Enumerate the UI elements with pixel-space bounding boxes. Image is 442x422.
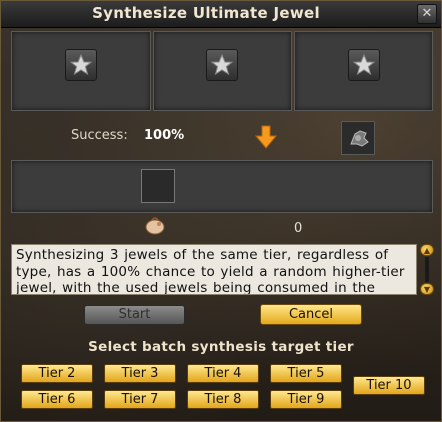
- tier-2-button[interactable]: Tier 2: [21, 364, 93, 383]
- result-slot-icon[interactable]: [141, 169, 175, 203]
- synthesis-recipe-icon[interactable]: [341, 121, 375, 155]
- title-bar[interactable]: Synthesize Ultimate Jewel ✕: [1, 1, 441, 28]
- close-button[interactable]: ✕: [417, 4, 437, 24]
- synthesize-window: Synthesize Ultimate Jewel ✕ Success: 100…: [0, 0, 442, 422]
- description-text: Synthesizing 3 jewels of the same tier, …: [11, 244, 417, 295]
- tier-4-button[interactable]: Tier 4: [187, 364, 259, 383]
- success-label: Success:: [71, 128, 128, 143]
- scroll-down-icon[interactable]: ▼: [420, 283, 434, 295]
- star-jewel-icon: [206, 49, 238, 81]
- scroll-up-icon[interactable]: ▲: [420, 244, 434, 256]
- tier-5-button[interactable]: Tier 5: [270, 364, 342, 383]
- tier-6-button[interactable]: Tier 6: [21, 390, 93, 409]
- arrow-down-icon: [254, 125, 278, 149]
- tier-9-button[interactable]: Tier 9: [270, 390, 342, 409]
- start-button[interactable]: Start: [84, 305, 185, 325]
- description-scrollbar[interactable]: ▲ ▼: [420, 244, 434, 295]
- scroll-track[interactable]: [425, 257, 429, 282]
- star-jewel-icon: [65, 49, 97, 81]
- result-slot[interactable]: [11, 160, 433, 213]
- input-slot-3[interactable]: [294, 31, 433, 111]
- input-slot-2[interactable]: [153, 31, 292, 111]
- pouch-icon: [143, 215, 167, 235]
- tier-7-button[interactable]: Tier 7: [104, 390, 176, 409]
- material-count: 0: [294, 221, 303, 236]
- star-jewel-icon: [348, 49, 380, 81]
- success-rate-value: 100%: [144, 128, 185, 143]
- input-slot-1[interactable]: [11, 31, 151, 111]
- tier-3-button[interactable]: Tier 3: [104, 364, 176, 383]
- tier-10-button[interactable]: Tier 10: [353, 376, 425, 395]
- cancel-button[interactable]: Cancel: [260, 304, 362, 325]
- window-title: Synthesize Ultimate Jewel: [92, 4, 320, 22]
- tier-8-button[interactable]: Tier 8: [187, 390, 259, 409]
- batch-synthesis-label: Select batch synthesis target tier: [88, 339, 354, 355]
